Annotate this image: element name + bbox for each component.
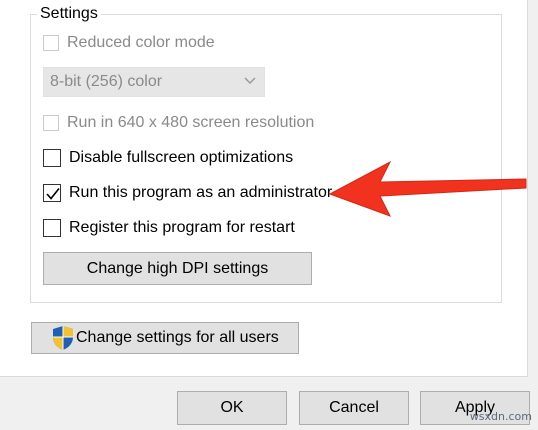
settings-group-title: Settings	[37, 5, 101, 23]
checkbox-box[interactable]	[43, 184, 61, 202]
change-settings-for-all-users-label: Change settings for all users	[76, 329, 279, 346]
checkbox-box[interactable]	[43, 115, 59, 131]
run-640x480-checkbox[interactable]: Run in 640 x 480 screen resolution	[43, 112, 314, 134]
register-for-restart-checkbox[interactable]: Register this program for restart	[43, 217, 295, 239]
color-mode-select[interactable]: 8-bit (256) color	[43, 67, 265, 97]
checkbox-box[interactable]	[43, 149, 61, 167]
change-high-dpi-settings-button[interactable]: Change high DPI settings	[43, 252, 312, 285]
ok-button[interactable]: OK	[177, 391, 287, 425]
disable-fullscreen-optimizations-checkbox[interactable]: Disable fullscreen optimizations	[43, 147, 293, 169]
register-for-restart-label: Register this program for restart	[69, 219, 295, 236]
checkbox-box[interactable]	[43, 35, 59, 51]
color-mode-select-value: 8-bit (256) color	[50, 73, 163, 90]
disable-fullscreen-optimizations-label: Disable fullscreen optimizations	[69, 149, 294, 166]
run-640x480-label: Run in 640 x 480 screen resolution	[67, 114, 315, 131]
reduced-color-mode-checkbox[interactable]: Reduced color mode	[43, 32, 215, 54]
run-as-administrator-label: Run this program as an administrator	[69, 184, 333, 201]
run-as-administrator-checkbox[interactable]: Run this program as an administrator	[43, 182, 332, 204]
uac-shield-icon	[52, 325, 74, 351]
cancel-button[interactable]: Cancel	[299, 391, 409, 425]
watermark-text: wsxdn.com	[469, 410, 532, 423]
reduced-color-mode-label: Reduced color mode	[67, 34, 215, 51]
red-arrow-annotation	[328, 160, 527, 217]
chevron-down-icon	[244, 77, 256, 85]
change-settings-for-all-users-button[interactable]: Change settings for all users	[31, 322, 299, 354]
checkbox-box[interactable]	[43, 219, 61, 237]
checkmark-icon	[46, 188, 60, 200]
